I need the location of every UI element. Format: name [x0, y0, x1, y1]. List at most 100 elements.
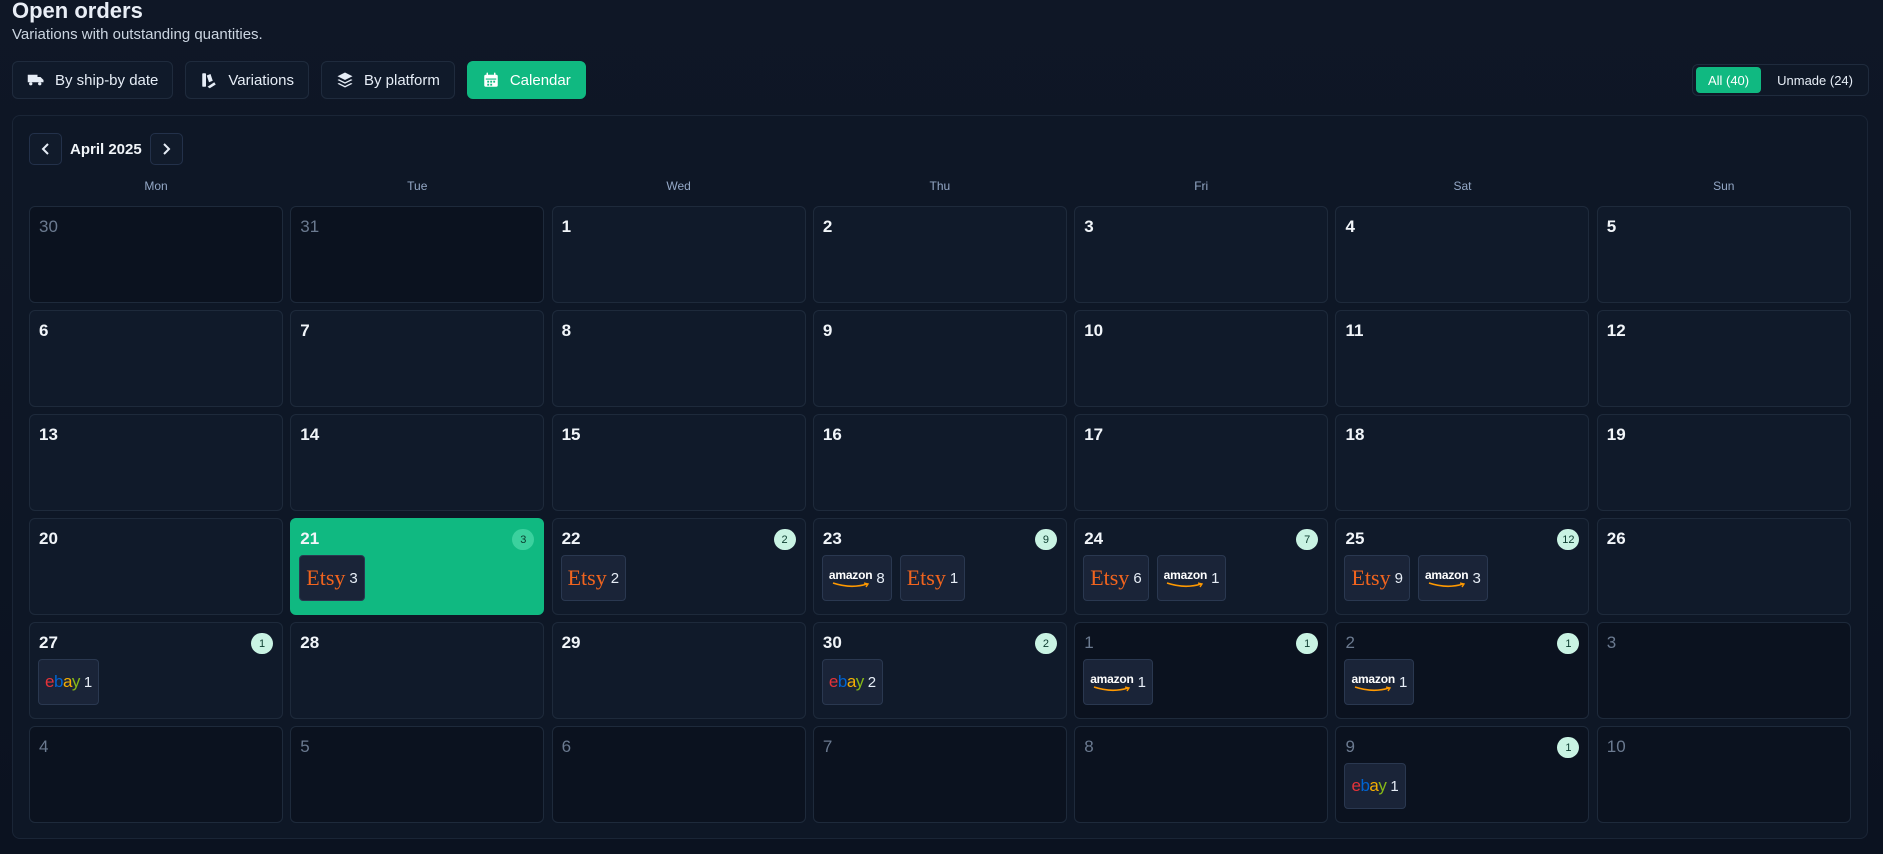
day-number: 30 [822, 633, 842, 652]
platform-chip-etsy[interactable]: Etsy 1 [899, 555, 966, 601]
chip-quantity: 1 [1390, 777, 1399, 795]
day-cell[interactable]: 20 [29, 518, 283, 615]
day-cell[interactable]: 14 [290, 414, 545, 511]
platform-chip-amazon[interactable]: amazon 8 [821, 555, 892, 601]
day-cell[interactable]: 27 1 ebay 1 [29, 622, 283, 719]
platform-chip-amazon[interactable]: amazon 1 [1344, 659, 1415, 705]
day-cell[interactable]: 8 [1074, 726, 1329, 823]
tab-label: Variations [228, 71, 294, 89]
day-cell[interactable]: 29 [551, 622, 806, 719]
day-cell[interactable]: 12 [1596, 310, 1851, 407]
day-cell[interactable]: 3 [1596, 622, 1851, 719]
ebay-logo: ebay [1351, 776, 1387, 795]
tab-variations[interactable]: Variations [185, 61, 309, 99]
weekday-label: Sat [1453, 179, 1472, 193]
platform-chips: Etsy 9 amazon 3 [1344, 555, 1488, 601]
platform-chips: ebay 1 [38, 659, 100, 705]
amazon-logo: amazon [1425, 569, 1469, 588]
calendar-icon [484, 72, 498, 87]
amazon-wordmark: amazon [828, 567, 873, 582]
platform-chip-amazon[interactable]: amazon 1 [1156, 555, 1227, 601]
day-cell[interactable]: 13 [29, 414, 283, 511]
day-cell-today[interactable]: 21 3 Etsy 3 [290, 518, 545, 615]
view-tabs: By ship-by date Variations By platform C… [12, 61, 586, 99]
status-filter: All (40) Unmade (24) [1691, 64, 1869, 96]
chip-quantity: 6 [1133, 569, 1142, 587]
platform-chip-ebay[interactable]: ebay 1 [38, 659, 100, 705]
day-cell[interactable]: 2 [812, 206, 1067, 303]
platform-chip-etsy[interactable]: Etsy 3 [299, 555, 365, 601]
platform-chip-ebay[interactable]: ebay 1 [1344, 763, 1406, 809]
day-cell[interactable]: 6 [29, 310, 283, 407]
day-cell[interactable]: 11 [1335, 310, 1590, 407]
platform-chips: ebay 2 [821, 659, 884, 705]
day-cell[interactable]: 6 [551, 726, 806, 823]
day-cell[interactable]: 9 [812, 310, 1067, 407]
day-cell[interactable]: 25 12 Etsy 9 amazon 3 [1335, 518, 1590, 615]
tab-by-ship-by-date[interactable]: By ship-by date [12, 61, 174, 99]
day-cell[interactable]: 5 [1596, 206, 1851, 303]
day-number: 7 [822, 737, 833, 756]
tab-label: Calendar [509, 71, 571, 89]
month-navigation: April 2025 [29, 133, 183, 165]
platform-chips: Etsy 3 [299, 555, 365, 601]
prev-month-button[interactable] [29, 133, 62, 165]
etsy-logo: Etsy [306, 565, 346, 590]
day-cell[interactable]: 3 [1074, 206, 1329, 303]
day-number: 7 [300, 321, 310, 340]
day-number: 6 [561, 737, 572, 756]
day-cell[interactable]: 7 [812, 726, 1067, 823]
day-cell[interactable]: 19 [1596, 414, 1851, 511]
platform-chip-amazon[interactable]: amazon 1 [1083, 659, 1154, 705]
chip-quantity: 1 [1137, 673, 1147, 691]
filter-unmade-button[interactable]: Unmade (24) [1765, 67, 1865, 93]
day-cell[interactable]: 22 2 Etsy 2 [551, 518, 806, 615]
day-cell[interactable]: 31 [290, 206, 545, 303]
day-cell[interactable]: 30 [29, 206, 283, 303]
platform-chip-etsy[interactable]: Etsy 9 [1344, 555, 1410, 601]
weekday-label: Thu [929, 179, 951, 193]
day-cell[interactable]: 10 [1074, 310, 1329, 407]
day-cell[interactable]: 8 [551, 310, 806, 407]
day-cell[interactable]: 24 7 Etsy 6 amazon 1 [1074, 518, 1329, 615]
day-cell[interactable]: 30 2 ebay 2 [812, 622, 1067, 719]
day-cell[interactable]: 23 9 amazon 8 Etsy 1 [812, 518, 1067, 615]
platform-chip-amazon[interactable]: amazon 3 [1417, 555, 1488, 601]
tab-label: By ship-by date [55, 71, 159, 89]
weekday-header: Mon Tue Wed Thu Fri Sat Sun [29, 179, 1853, 193]
day-cell[interactable]: 16 [812, 414, 1067, 511]
day-cell[interactable]: 4 [29, 726, 283, 823]
day-cell[interactable]: 9 1 ebay 1 [1335, 726, 1590, 823]
month-label: April 2025 [70, 140, 142, 158]
day-cell[interactable]: 4 [1335, 206, 1590, 303]
day-cell[interactable]: 10 [1596, 726, 1851, 823]
day-number: 24 [1084, 529, 1104, 548]
next-month-button[interactable] [149, 133, 183, 165]
order-count-badge: 1 [1557, 737, 1580, 758]
day-cell[interactable]: 7 [290, 310, 545, 407]
day-cell[interactable]: 18 [1335, 414, 1590, 511]
open-orders-page: Open orders Variations with outstanding … [0, 0, 1883, 854]
day-cell[interactable]: 1 [551, 206, 806, 303]
amazon-logo: amazon [1164, 569, 1207, 588]
day-cell[interactable]: 17 [1074, 414, 1329, 511]
day-number: 28 [300, 633, 320, 652]
tab-by-platform[interactable]: By platform [320, 61, 455, 99]
day-cell[interactable]: 2 1 amazon 1 [1335, 622, 1590, 719]
platform-chip-etsy[interactable]: Etsy 6 [1083, 555, 1149, 601]
filter-all-button[interactable]: All (40) [1695, 67, 1762, 93]
layers-icon [337, 72, 353, 88]
day-number: 18 [1345, 425, 1365, 444]
day-cell[interactable]: 1 1 amazon 1 [1074, 622, 1329, 719]
platform-chip-ebay[interactable]: ebay 2 [821, 659, 884, 705]
platform-chip-etsy[interactable]: Etsy 2 [560, 555, 627, 601]
day-cell[interactable]: 15 [551, 414, 806, 511]
tab-calendar[interactable]: Calendar [466, 61, 586, 99]
calendar-panel: April 2025 Mon Tue Wed Thu Fri Sat Sun 3… [12, 115, 1868, 839]
day-cell[interactable]: 5 [290, 726, 545, 823]
day-cell[interactable]: 28 [290, 622, 545, 719]
day-cell[interactable]: 26 [1596, 518, 1851, 615]
platform-chips: amazon 8 Etsy 1 [821, 555, 966, 601]
day-number: 4 [1345, 217, 1355, 236]
order-count-badge: 12 [1557, 529, 1580, 550]
